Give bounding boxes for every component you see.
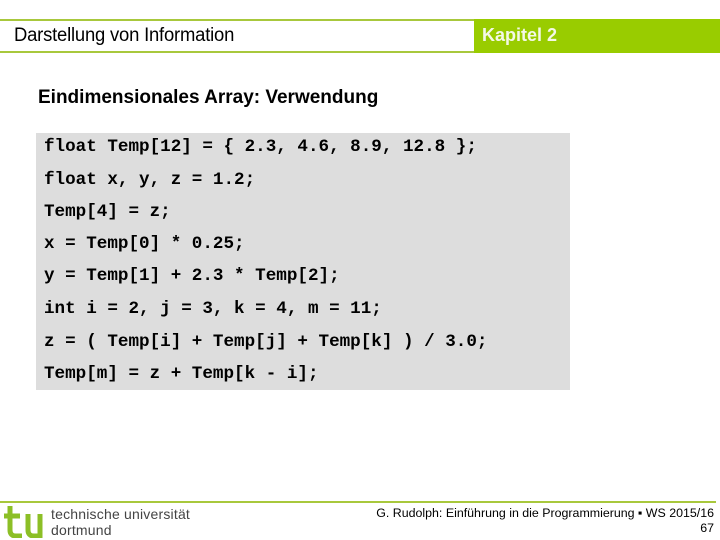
code-line: float Temp[12] = { 2.3, 4.6, 8.9, 12.8 }…: [44, 137, 477, 157]
footer-rule: [0, 501, 716, 503]
university-line-1: technische universität: [51, 506, 191, 522]
tu-logo-icon: [4, 506, 43, 538]
code-line: Temp[4] = z;: [44, 202, 171, 222]
code-line: y = Temp[1] + 2.3 * Temp[2];: [44, 266, 340, 286]
header-title: Darstellung von Information: [14, 25, 235, 46]
header-bottom-rule: [0, 51, 474, 53]
code-block: float Temp[12] = { 2.3, 4.6, 8.9, 12.8 }…: [36, 133, 570, 390]
header-top-rule: [0, 19, 474, 21]
code-line: z = ( Temp[i] + Temp[j] + Temp[k] ) / 3.…: [44, 332, 488, 352]
code-line: int i = 2, j = 3, k = 4, m = 11;: [44, 299, 382, 319]
university-name: technische universität dortmund: [51, 506, 190, 538]
university-line-2: dortmund: [51, 522, 112, 538]
chapter-label: Kapitel 2: [482, 25, 558, 45]
footer-credit: G. Rudolph: Einführung in die Programmie…: [376, 506, 714, 520]
code-line: Temp[m] = z + Temp[k - i];: [44, 364, 319, 384]
slide-title: Eindimensionales Array: Verwendung: [38, 87, 379, 108]
page-number: 67: [700, 521, 714, 535]
code-line: float x, y, z = 1.2;: [44, 170, 256, 190]
code-line: x = Temp[0] * 0.25;: [44, 234, 245, 254]
chapter-banner: Kapitel 2: [474, 19, 720, 53]
